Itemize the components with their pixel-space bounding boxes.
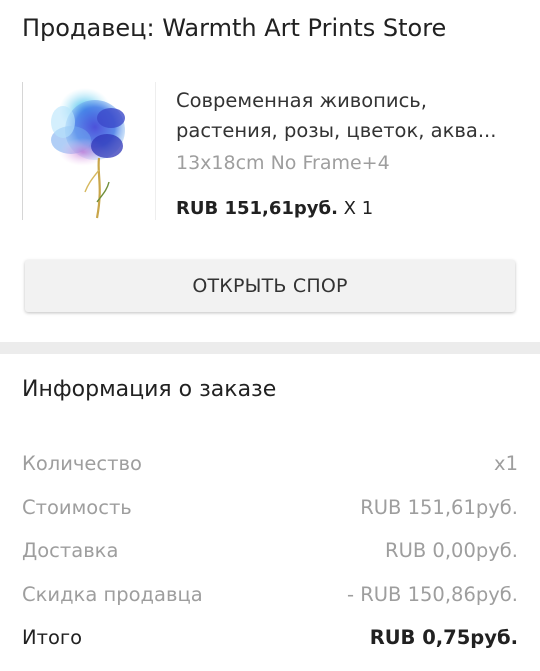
summary-value: RUB 0,00руб. xyxy=(385,539,518,562)
product-price-row: RUB 151,61руб. X 1 xyxy=(176,196,522,222)
summary-row-cost: Стоимость RUB 151,61руб. xyxy=(22,486,518,530)
seller-name[interactable]: Продавец: Warmth Art Prints Store xyxy=(22,10,446,46)
order-info-title: Информация о заказе xyxy=(22,377,277,402)
product-quantity: X 1 xyxy=(337,198,374,219)
summary-value: RUB 151,61руб. xyxy=(360,495,518,519)
summary-label: Количество xyxy=(22,452,142,475)
total-value: RUB 0,75руб. xyxy=(369,626,518,649)
summary-row-shipping: Доставка RUB 0,00руб. xyxy=(22,529,518,573)
summary-row-seller-discount: Скидка продавца - RUB 150,86руб. xyxy=(22,573,518,617)
summary-row-total: Итого RUB 0,75руб. xyxy=(22,616,518,660)
section-divider xyxy=(0,342,540,354)
product-item[interactable]: Современная живопись, растения, розы, цв… xyxy=(22,82,522,222)
product-info: Современная живопись, растения, розы, цв… xyxy=(176,86,522,222)
product-price: RUB 151,61руб. xyxy=(176,198,338,219)
open-dispute-button[interactable]: ОТКРЫТЬ СПОР xyxy=(25,260,515,312)
summary-label: Стоимость xyxy=(22,495,132,519)
order-summary: Количество x1 Стоимость RUB 151,61руб. Д… xyxy=(22,442,518,660)
total-label: Итого xyxy=(22,626,83,649)
summary-label: Скидка продавца xyxy=(22,582,203,606)
summary-value: x1 xyxy=(494,452,518,475)
product-title[interactable]: Современная живопись, растения, розы, цв… xyxy=(176,86,522,146)
summary-row-quantity: Количество x1 xyxy=(22,442,518,486)
summary-value: - RUB 150,86руб. xyxy=(346,582,518,606)
summary-label: Доставка xyxy=(22,539,119,562)
product-variant: 13x18cm No Frame+4 xyxy=(176,152,390,174)
flower-painting-image[interactable] xyxy=(22,82,156,220)
flower-painting-icon xyxy=(51,88,125,219)
